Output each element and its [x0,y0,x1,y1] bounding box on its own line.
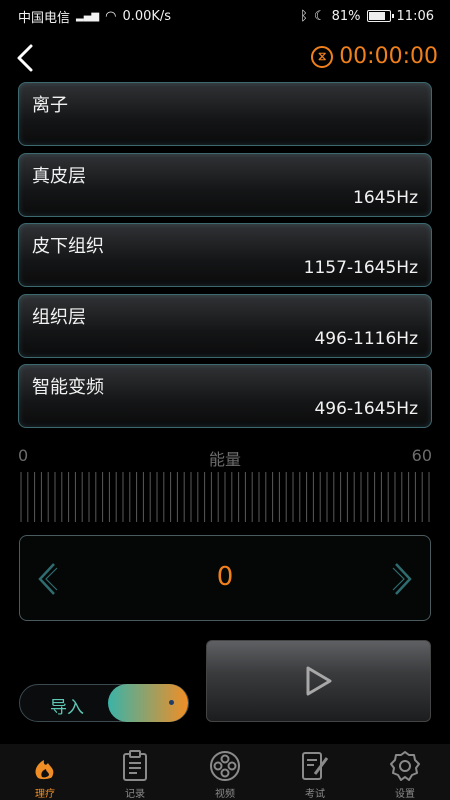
energy-title: 能量 [208,450,241,469]
play-icon [306,666,331,696]
moon-icon: ☾ [313,8,326,24]
mode-frequency: 496-1645Hz [314,399,418,419]
mode-name: 组织层 [32,307,86,328]
bluetooth-icon: ᛒ [300,8,308,24]
mode-card-smart-frequency[interactable]: 智能变频 496-1645Hz [18,364,432,428]
import-toggle[interactable]: 导入 [19,684,189,722]
energy-slider-ticks[interactable] [20,472,430,522]
energy-max-label: 60 [411,446,432,465]
toggle-knob [108,684,188,722]
mode-card-subcutaneous[interactable]: 皮下组织 1157-1645Hz [18,223,432,287]
network-speed: 0.00K/s [122,8,172,24]
timer-icon: ⧖ [311,45,334,68]
status-bar: 中国电信 ▂▄▆ ◠ 0.00K/s ᛒ ☾ 81% 11:06 [0,0,450,32]
clock: 11:06 [396,8,434,24]
clipboard-icon [118,749,152,783]
nav-label: 视频 [215,789,235,800]
flame-icon [28,749,62,783]
energy-value: 0 [216,562,234,592]
film-reel-icon [208,749,242,783]
exam-pen-icon [298,749,332,783]
mode-frequency: 496-1116Hz [314,329,418,349]
wifi-icon: ◠ [105,8,117,24]
signal-icon: ▂▄▆ [76,10,100,22]
mode-card-ion[interactable]: 离子 [18,82,432,146]
mode-frequency: 1645Hz [353,188,418,208]
mode-name: 离子 [32,95,68,116]
mode-card-tissue[interactable]: 组织层 496-1116Hz [18,294,432,358]
energy-scale-labels: 0 能量 60 [18,446,432,469]
nav-label: 理疗 [35,789,55,800]
mode-name: 真皮层 [32,166,86,187]
nav-item-settings[interactable]: 设置 [360,744,450,800]
start-button[interactable] [206,640,431,722]
header: ⧖ 00:00:00 [0,38,450,78]
carrier-label: 中国电信 [18,10,71,26]
nav-label: 记录 [125,789,145,800]
increase-button[interactable] [388,562,418,596]
battery-icon [366,10,394,22]
nav-item-therapy[interactable]: 理疗 [0,744,90,800]
chevron-left-icon [17,44,33,72]
battery-percent: 81% [331,8,361,24]
mode-card-dermis[interactable]: 真皮层 1645Hz [18,153,432,217]
mode-frequency: 1157-1645Hz [303,258,418,278]
bottom-nav: 理疗 记录 视频 考试 设置 [0,744,450,800]
gear-icon [388,749,422,783]
mode-name: 皮下组织 [32,236,104,257]
back-button[interactable] [10,40,40,76]
chevron-right-icon [392,563,412,595]
timer-value: 00:00:00 [339,44,438,69]
mode-name: 智能变频 [32,377,104,398]
nav-label: 考试 [305,789,325,800]
session-timer: ⧖ 00:00:00 [311,44,438,69]
nav-item-records[interactable]: 记录 [90,744,180,800]
nav-item-exam[interactable]: 考试 [270,744,360,800]
energy-stepper: 0 [19,535,431,621]
nav-item-video[interactable]: 视频 [180,744,270,800]
import-label: 导入 [50,698,84,718]
nav-label: 设置 [395,789,415,800]
